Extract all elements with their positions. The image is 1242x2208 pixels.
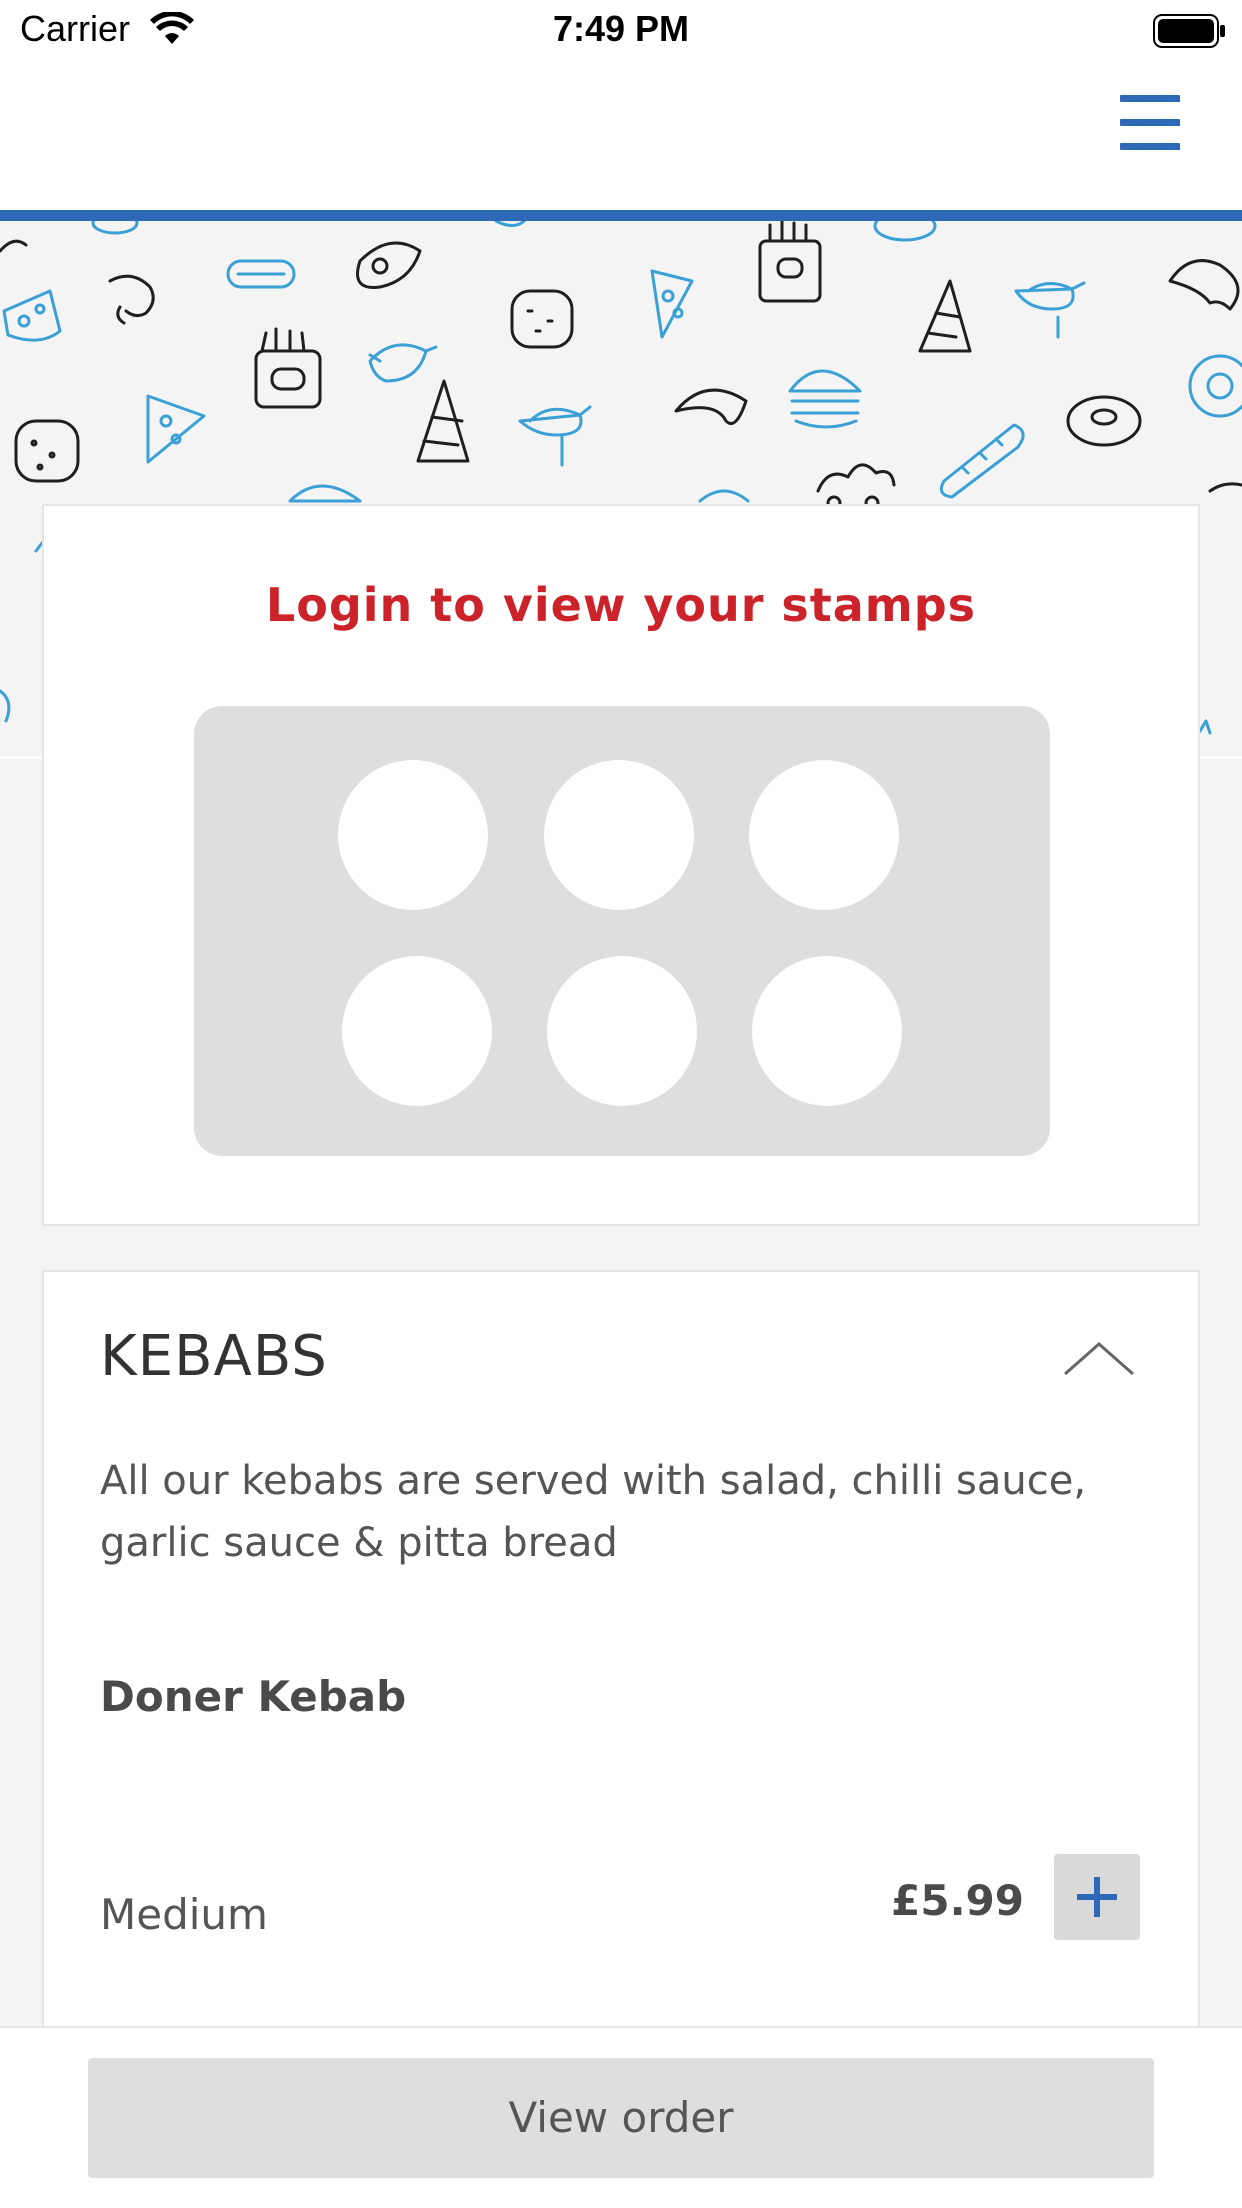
stamp-slot	[547, 956, 697, 1106]
bottom-bar: View order	[0, 2026, 1242, 2208]
add-to-order-button[interactable]	[1054, 1854, 1140, 1940]
category-description: All our kebabs are served with salad, ch…	[100, 1458, 1087, 1566]
app-screen: Carrier 7:49 PM Login to view your stamp…	[0, 0, 1242, 2208]
loyalty-stamp-card: Login to view your stamps	[42, 504, 1200, 1226]
stamp-slot	[338, 760, 488, 910]
menu-item-variant-row: Medium £5.99	[42, 1798, 1200, 2028]
stamp-grid	[194, 706, 1050, 1156]
stamp-login-prompt[interactable]: Login to view your stamps	[44, 578, 1198, 632]
chevron-up-icon[interactable]	[1059, 1332, 1139, 1382]
hamburger-menu-icon[interactable]	[1112, 93, 1180, 155]
stamp-slot	[544, 760, 694, 910]
nav-accent-line	[0, 210, 1242, 221]
navigation-bar	[0, 62, 1242, 210]
category-title[interactable]: KEBABS	[100, 1324, 328, 1389]
stamp-slot	[749, 760, 899, 910]
stamp-slot	[752, 956, 902, 1106]
menu-item-name: Doner Kebab	[100, 1672, 407, 1721]
variant-size-label: Medium	[100, 1890, 268, 1939]
variant-price: £5.99	[891, 1876, 1024, 1925]
view-order-button[interactable]: View order	[88, 2058, 1154, 2178]
clock-label: 7:49 PM	[552, 8, 690, 49]
stamp-slot	[342, 956, 492, 1106]
status-bar: Carrier 7:49 PM	[0, 0, 1242, 62]
battery-full-icon	[1153, 14, 1225, 48]
